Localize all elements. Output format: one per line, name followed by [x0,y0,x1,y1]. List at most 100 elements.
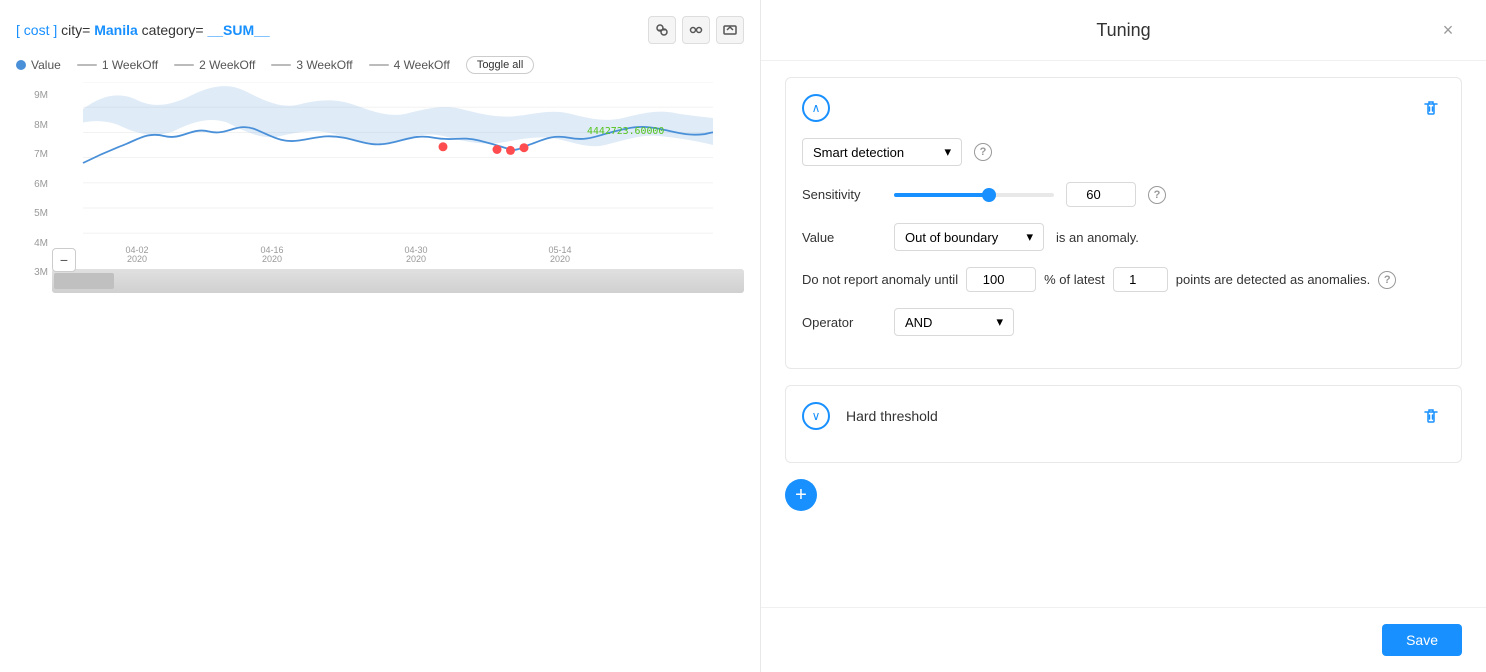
legend-line-1weekoff [77,64,97,66]
detection-method-label: Smart detection [813,145,904,160]
anomaly-dot-2 [493,145,502,154]
title-bracket: [ cost ] [16,22,57,38]
detection-method-row: Smart detection ▾ ? [802,138,1445,166]
chart-svg: 4442723.60000 04-02 2020 04-16 2020 04-3… [52,82,744,262]
detection-method-select[interactable]: Smart detection ▾ [802,138,962,166]
report-points-input[interactable] [1113,267,1168,292]
y-7m: 7M [34,149,48,160]
scrollbar-track [52,269,744,293]
legend-label-3weekoff: 3 WeekOff [296,58,352,72]
legend-line-3weekoff [271,64,291,66]
report-percent-label: % of latest [1044,272,1105,287]
sensitivity-row: Sensitivity ? [802,182,1445,207]
tuning-footer: Save [761,607,1486,672]
chevron-down-icon: ▾ [944,144,951,160]
legend-label-4weekoff: 4 WeekOff [394,58,450,72]
icon-btn-1[interactable] [648,16,676,44]
value-chevron-down-icon: ▾ [1026,229,1033,245]
tooltip-value: 4442723.60000 [587,126,664,137]
title-category-label: category= [142,22,204,38]
smart-detection-delete-btn[interactable] [1417,94,1445,122]
operator-row: Operator AND ▾ [802,308,1445,336]
save-button[interactable]: Save [1382,624,1462,656]
chart-with-yaxis: 9M 8M 7M 6M 5M 4M 3M [16,82,744,302]
legend-3weekoff: 3 WeekOff [271,58,352,72]
y-5m: 5M [34,208,48,219]
out-of-boundary-select[interactable]: Out of boundary ▾ [894,223,1044,251]
hard-threshold-delete-btn[interactable] [1417,402,1445,430]
chart-legend: Value 1 WeekOff 2 WeekOff 3 WeekOff 4 We… [16,56,744,74]
title-city-label: city= [61,22,90,38]
scrollbar-thumb[interactable] [54,273,114,289]
value-anomaly-row: Value Out of boundary ▾ is an anomaly. [802,223,1445,251]
legend-1weekoff: 1 WeekOff [77,58,158,72]
zoom-minus-icon: − [60,252,68,268]
anomaly-dot-3 [506,146,515,155]
y-8m: 8M [34,120,48,131]
tuning-body: ∧ Smart detection ▾ ? Sensitivity [761,61,1486,607]
report-anomaly-row: Do not report anomaly until % of latest … [802,267,1445,292]
anomaly-dot-1 [439,142,448,151]
operator-label: Operator [802,315,882,330]
y-axis: 9M 8M 7M 6M 5M 4M 3M [16,82,52,302]
operator-value: AND [905,315,932,330]
icon-btn-3[interactable] [716,16,744,44]
toggle-all-button[interactable]: Toggle all [466,56,534,74]
report-percent-input[interactable] [966,267,1036,292]
hard-threshold-title-area: ∨ Hard threshold [802,402,938,430]
chart-header: [ cost ] city= Manila category= __SUM__ [16,16,744,44]
collapse-down-icon: ∨ [812,409,821,423]
legend-dot-value [16,60,26,70]
legend-label-value: Value [31,58,61,72]
scrollbar-area[interactable] [52,269,744,293]
legend-line-4weekoff [369,64,389,66]
hard-threshold-section: ∨ Hard threshold [785,385,1462,463]
close-button[interactable]: × [1434,16,1462,44]
chart-icons [648,16,744,44]
trash-icon [1422,99,1440,117]
hard-threshold-header: ∨ Hard threshold [802,402,1445,430]
operator-chevron-icon: ▾ [996,314,1003,330]
sensitivity-number-input[interactable] [1066,182,1136,207]
smart-detection-section: ∧ Smart detection ▾ ? Sensitivity [785,77,1462,369]
legend-label-1weekoff: 1 WeekOff [102,58,158,72]
title-category-value: __SUM__ [207,22,269,38]
collapse-up-icon: ∧ [812,101,821,115]
value-label: Value [802,230,882,245]
tuning-header: Tuning × [761,0,1486,61]
legend-value: Value [16,58,61,72]
chart-panel: [ cost ] city= Manila category= __SUM__ … [0,0,760,672]
smart-detection-collapse-btn[interactable]: ∧ [802,94,830,122]
y-9m: 9M [34,90,48,101]
legend-4weekoff: 4 WeekOff [369,58,450,72]
report-suffix: points are detected as anomalies. [1176,272,1370,287]
tuning-panel: Tuning × ∧ Smart detection ▾ ? [760,0,1486,672]
y-3m: 3M [34,267,48,278]
report-label: Do not report anomaly until [802,272,958,287]
chart-title: [ cost ] city= Manila category= __SUM__ [16,22,270,38]
x-label-4b: 2020 [550,254,570,262]
report-row: Do not report anomaly until % of latest … [802,267,1396,292]
report-help-icon[interactable]: ? [1378,271,1396,289]
detection-method-help-icon[interactable]: ? [974,143,992,161]
y-6m: 6M [34,179,48,190]
operator-select[interactable]: AND ▾ [894,308,1014,336]
out-of-boundary-label: Out of boundary [905,230,998,245]
x-label-2b: 2020 [262,254,282,262]
smart-detection-header: ∧ [802,94,1445,122]
hard-threshold-trash-icon [1422,407,1440,425]
sensitivity-slider[interactable] [894,193,1054,197]
title-city-value: Manila [94,22,138,38]
sensitivity-help-icon[interactable]: ? [1148,186,1166,204]
add-condition-button[interactable]: + [785,479,817,511]
sensitivity-label: Sensitivity [802,187,882,202]
hard-threshold-label: Hard threshold [846,408,938,424]
hard-threshold-collapse-btn[interactable]: ∨ [802,402,830,430]
zoom-minus-button[interactable]: − [52,248,76,272]
tuning-title: Tuning [813,20,1434,41]
legend-label-2weekoff: 2 WeekOff [199,58,255,72]
legend-line-2weekoff [174,64,194,66]
icon-btn-2[interactable] [682,16,710,44]
y-4m: 4M [34,238,48,249]
add-icon: + [795,484,807,507]
